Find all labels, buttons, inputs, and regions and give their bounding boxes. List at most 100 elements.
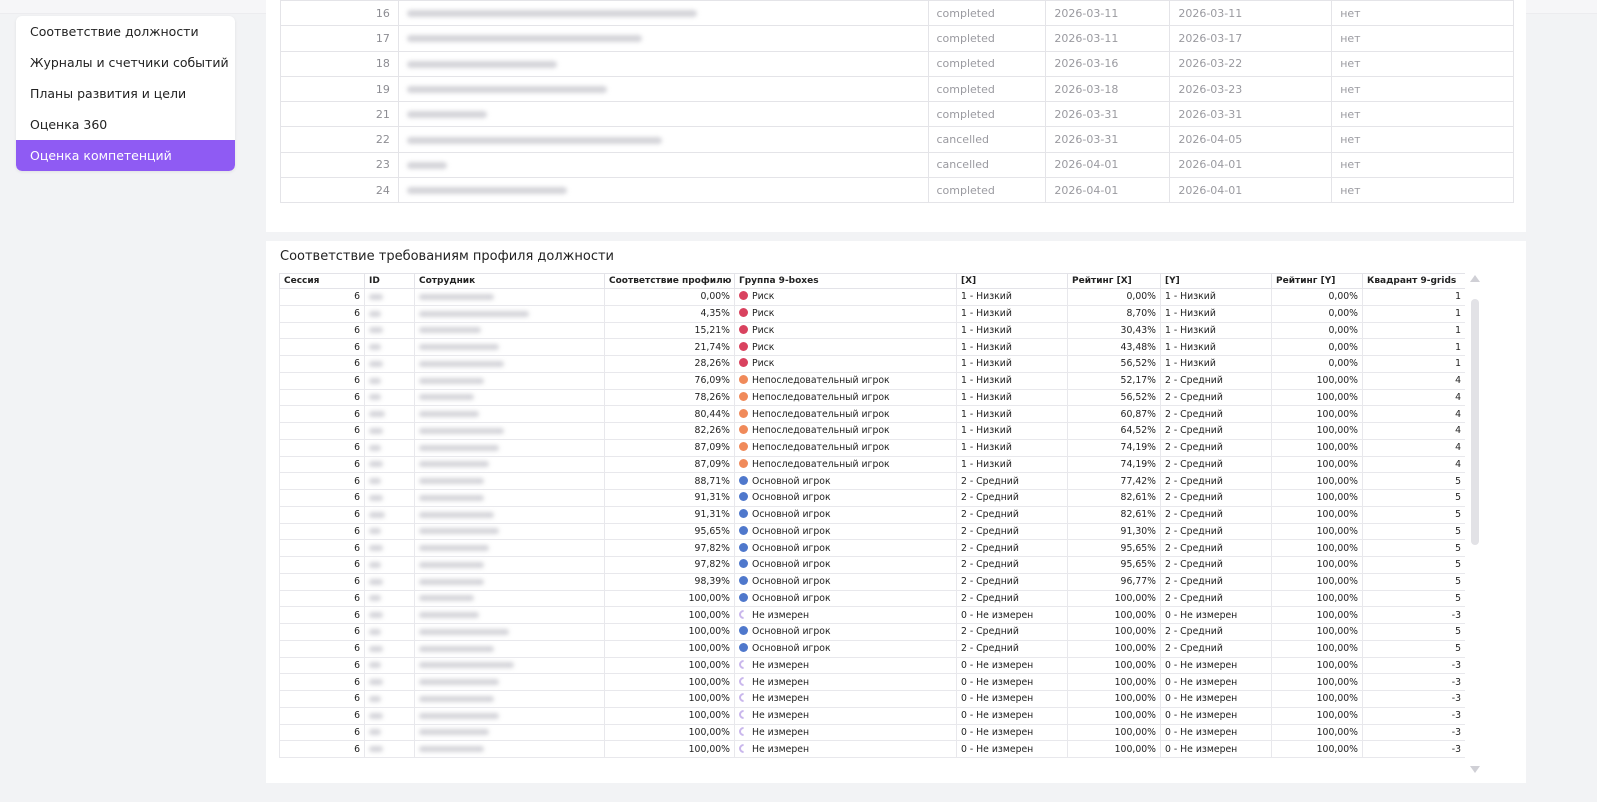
table-row[interactable]: 6 87,09% Непоследовательный игрок 1 - Низки… [279, 438, 1465, 457]
group-label: Основной игрок [752, 643, 831, 655]
table-row[interactable]: 6 100,00% Основной игрок 2 - Средний 100,00%… [279, 639, 1465, 658]
table-row[interactable]: 6 4,35% Риск 1 - Низкий 8,70% 1 - Низкий 0,00%… [279, 304, 1465, 323]
redacted-text [406, 10, 697, 18]
group-cell: Не измерен [734, 740, 957, 758]
rating-x-cell: 8,70% [1067, 304, 1161, 323]
quadrant-cell: 5 [1362, 505, 1465, 524]
sidebar-item-competency-assessment[interactable]: Оценка компетенций [16, 140, 235, 171]
table-row[interactable]: 6 21,74% Риск 1 - Низкий 43,48% 1 - Низкий 0,0… [279, 338, 1465, 356]
quadrant-cell: -3 [1362, 740, 1465, 758]
profile-fit-cell: 88,71% [604, 472, 735, 490]
table-row[interactable]: 6 100,00% Основной игрок 2 - Средний 100,00%… [279, 589, 1465, 608]
column-header[interactable]: Сотрудник [414, 273, 605, 289]
table-row[interactable]: 19 completed 2026-03-18 2026-03-23 нет [280, 75, 1514, 103]
table-row[interactable]: 17 completed 2026-03-11 2026-03-17 нет [280, 25, 1514, 52]
redacted-text [419, 578, 484, 585]
id-cell-redacted [364, 656, 415, 675]
table-row[interactable]: 6 100,00% Не измерен 0 - Не измерен 100,00% 0… [279, 673, 1465, 691]
employee-cell-redacted [414, 304, 605, 323]
table-scrollbar[interactable] [1469, 275, 1481, 773]
group-label: Основной игрок [752, 559, 831, 571]
profile-fit-cell: 100,00% [604, 690, 735, 708]
session-cell: 6 [279, 556, 365, 574]
employee-cell-redacted [414, 572, 605, 591]
scroll-down-icon[interactable] [1470, 766, 1480, 773]
employee-cell-redacted [414, 623, 605, 641]
column-header[interactable]: [Y] [1160, 273, 1272, 289]
table-row[interactable]: 6 100,00% Не измерен 0 - Не измерен 100,00% 0… [279, 656, 1465, 675]
table-row[interactable]: 6 0,00% Риск 1 - Низкий 0,00% 1 - Низкий 0,00%… [279, 288, 1465, 306]
quadrant-cell: 1 [1362, 304, 1465, 323]
rating-y-cell: 0,00% [1271, 338, 1363, 356]
column-header[interactable]: Рейтинг [X] [1067, 273, 1161, 289]
y-cell: 1 - Низкий [1160, 355, 1272, 373]
table-row[interactable]: 6 87,09% Непоследовательный игрок 1 - Низки… [279, 455, 1465, 474]
table-row[interactable]: 6 98,39% Основной игрок 2 - Средний 96,77% 2 … [279, 572, 1465, 591]
id-cell-redacted [364, 522, 415, 541]
rating-x-cell: 100,00% [1067, 690, 1161, 708]
column-header[interactable]: [X] [956, 273, 1068, 289]
status-dot-icon [739, 375, 748, 385]
table-row[interactable]: 6 100,00% Не измерен 0 - Не измерен 100,00% 0… [279, 690, 1465, 708]
rating-y-cell: 100,00% [1271, 723, 1363, 742]
table-row[interactable]: 6 76,09% Непоследовательный игрок 1 - Низки… [279, 371, 1465, 390]
redacted-text [419, 545, 489, 552]
group-label: Риск [752, 358, 775, 370]
group-cell: Непоследовательный игрок [734, 388, 957, 407]
profile-fit-table-wrap[interactable]: Сессия ID Сотрудник Соответствие профилю Гру… [279, 273, 1465, 775]
column-header[interactable]: Сессия [279, 273, 365, 289]
rating-x-cell: 91,30% [1067, 522, 1161, 541]
table-row[interactable]: 6 88,71% Основной игрок 2 - Средний 77,42% 2 … [279, 472, 1465, 490]
row-number: 16 [280, 0, 399, 27]
table-row[interactable]: 21 completed 2026-03-31 2026-03-31 нет [280, 101, 1514, 128]
table-row[interactable]: 22 cancelled 2026-03-31 2026-04-05 нет [280, 126, 1514, 153]
status-cell: cancelled [927, 126, 1047, 153]
table-row[interactable]: 6 28,26% Риск 1 - Низкий 56,52% 1 - Низкий 0,0… [279, 355, 1465, 373]
sidebar-item-event-logs[interactable]: Журналы и счетчики событий [16, 47, 235, 78]
table-row[interactable]: 6 100,00% Не измерен 0 - Не измерен 100,00% 0… [279, 606, 1465, 624]
scroll-up-icon[interactable] [1470, 275, 1480, 282]
x-cell: 0 - Не измерен [956, 740, 1068, 758]
profile-fit-cell: 80,44% [604, 405, 735, 423]
employee-cell-redacted [414, 589, 605, 608]
table-row[interactable]: 18 completed 2026-03-16 2026-03-22 нет [280, 50, 1514, 77]
table-row[interactable]: 24 completed 2026-04-01 2026-04-01 нет [280, 177, 1514, 204]
employee-cell-redacted [414, 690, 605, 708]
table-row[interactable]: 6 15,21% Риск 1 - Низкий 30,43% 1 - Низкий 0,0… [279, 321, 1465, 340]
table-row[interactable]: 6 100,00% Основной игрок 2 - Средний 100,00%… [279, 623, 1465, 641]
status-dot-icon [739, 308, 748, 318]
table-row[interactable]: 6 97,82% Основной игрок 2 - Средний 95,65% 2 … [279, 539, 1465, 557]
group-label: Риск [752, 324, 775, 336]
employee-cell-redacted [414, 723, 605, 742]
table-row[interactable]: 6 100,00% Не измерен 0 - Не измерен 100,00% 0… [279, 723, 1465, 742]
table-row[interactable]: 6 91,31% Основной игрок 2 - Средний 82,61% 2 … [279, 489, 1465, 507]
table-row[interactable]: 6 100,00% Не измерен 0 - Не измерен 100,00% 0… [279, 740, 1465, 758]
table-row[interactable]: 6 82,26% Непоследовательный игрок 1 - Низки… [279, 422, 1465, 440]
scroll-thumb[interactable] [1471, 299, 1479, 545]
table-row[interactable]: 6 91,31% Основной игрок 2 - Средний 82,61% 2 … [279, 505, 1465, 524]
table-row[interactable]: 16 completed 2026-03-11 2026-03-11 нет [280, 0, 1514, 27]
y-cell: 0 - Не измерен [1160, 740, 1272, 758]
redacted-text [419, 494, 484, 501]
start-date-cell: 2026-03-31 [1045, 101, 1171, 128]
table-row[interactable]: 6 100,00% Не измерен 0 - Не измерен 100,00% 0… [279, 706, 1465, 725]
id-cell-redacted [364, 723, 415, 742]
column-header[interactable]: Соответствие профилю [604, 273, 735, 289]
row-number: 18 [280, 50, 399, 77]
x-cell: 1 - Низкий [956, 288, 1068, 306]
table-row[interactable]: 23 cancelled 2026-04-01 2026-04-01 нет [280, 151, 1514, 179]
table-row[interactable]: 6 95,65% Основной игрок 2 - Средний 91,30% 2 … [279, 522, 1465, 541]
table-row[interactable]: 6 78,26% Непоследовательный игрок 1 - Низки… [279, 388, 1465, 407]
column-header[interactable]: Группа 9-boxes [734, 273, 957, 289]
sidebar-item-position-fit[interactable]: Соответствие должности [16, 16, 235, 47]
status-dot-icon [739, 324, 748, 334]
session-cell: 6 [279, 438, 365, 457]
sidebar-item-development-plans[interactable]: Планы развития и цели [16, 78, 235, 109]
column-header[interactable]: ID [364, 273, 415, 289]
table-row[interactable]: 6 97,82% Основной игрок 2 - Средний 95,65% 2 … [279, 556, 1465, 574]
sidebar-item-360-review[interactable]: Оценка 360 [16, 109, 235, 140]
group-label: Основной игрок [752, 542, 831, 554]
column-header[interactable]: Рейтинг [Y] [1271, 273, 1363, 289]
table-row[interactable]: 6 80,44% Непоследовательный игрок 1 - Низки… [279, 405, 1465, 423]
column-header[interactable]: Квадрант 9-grids [1362, 273, 1465, 289]
